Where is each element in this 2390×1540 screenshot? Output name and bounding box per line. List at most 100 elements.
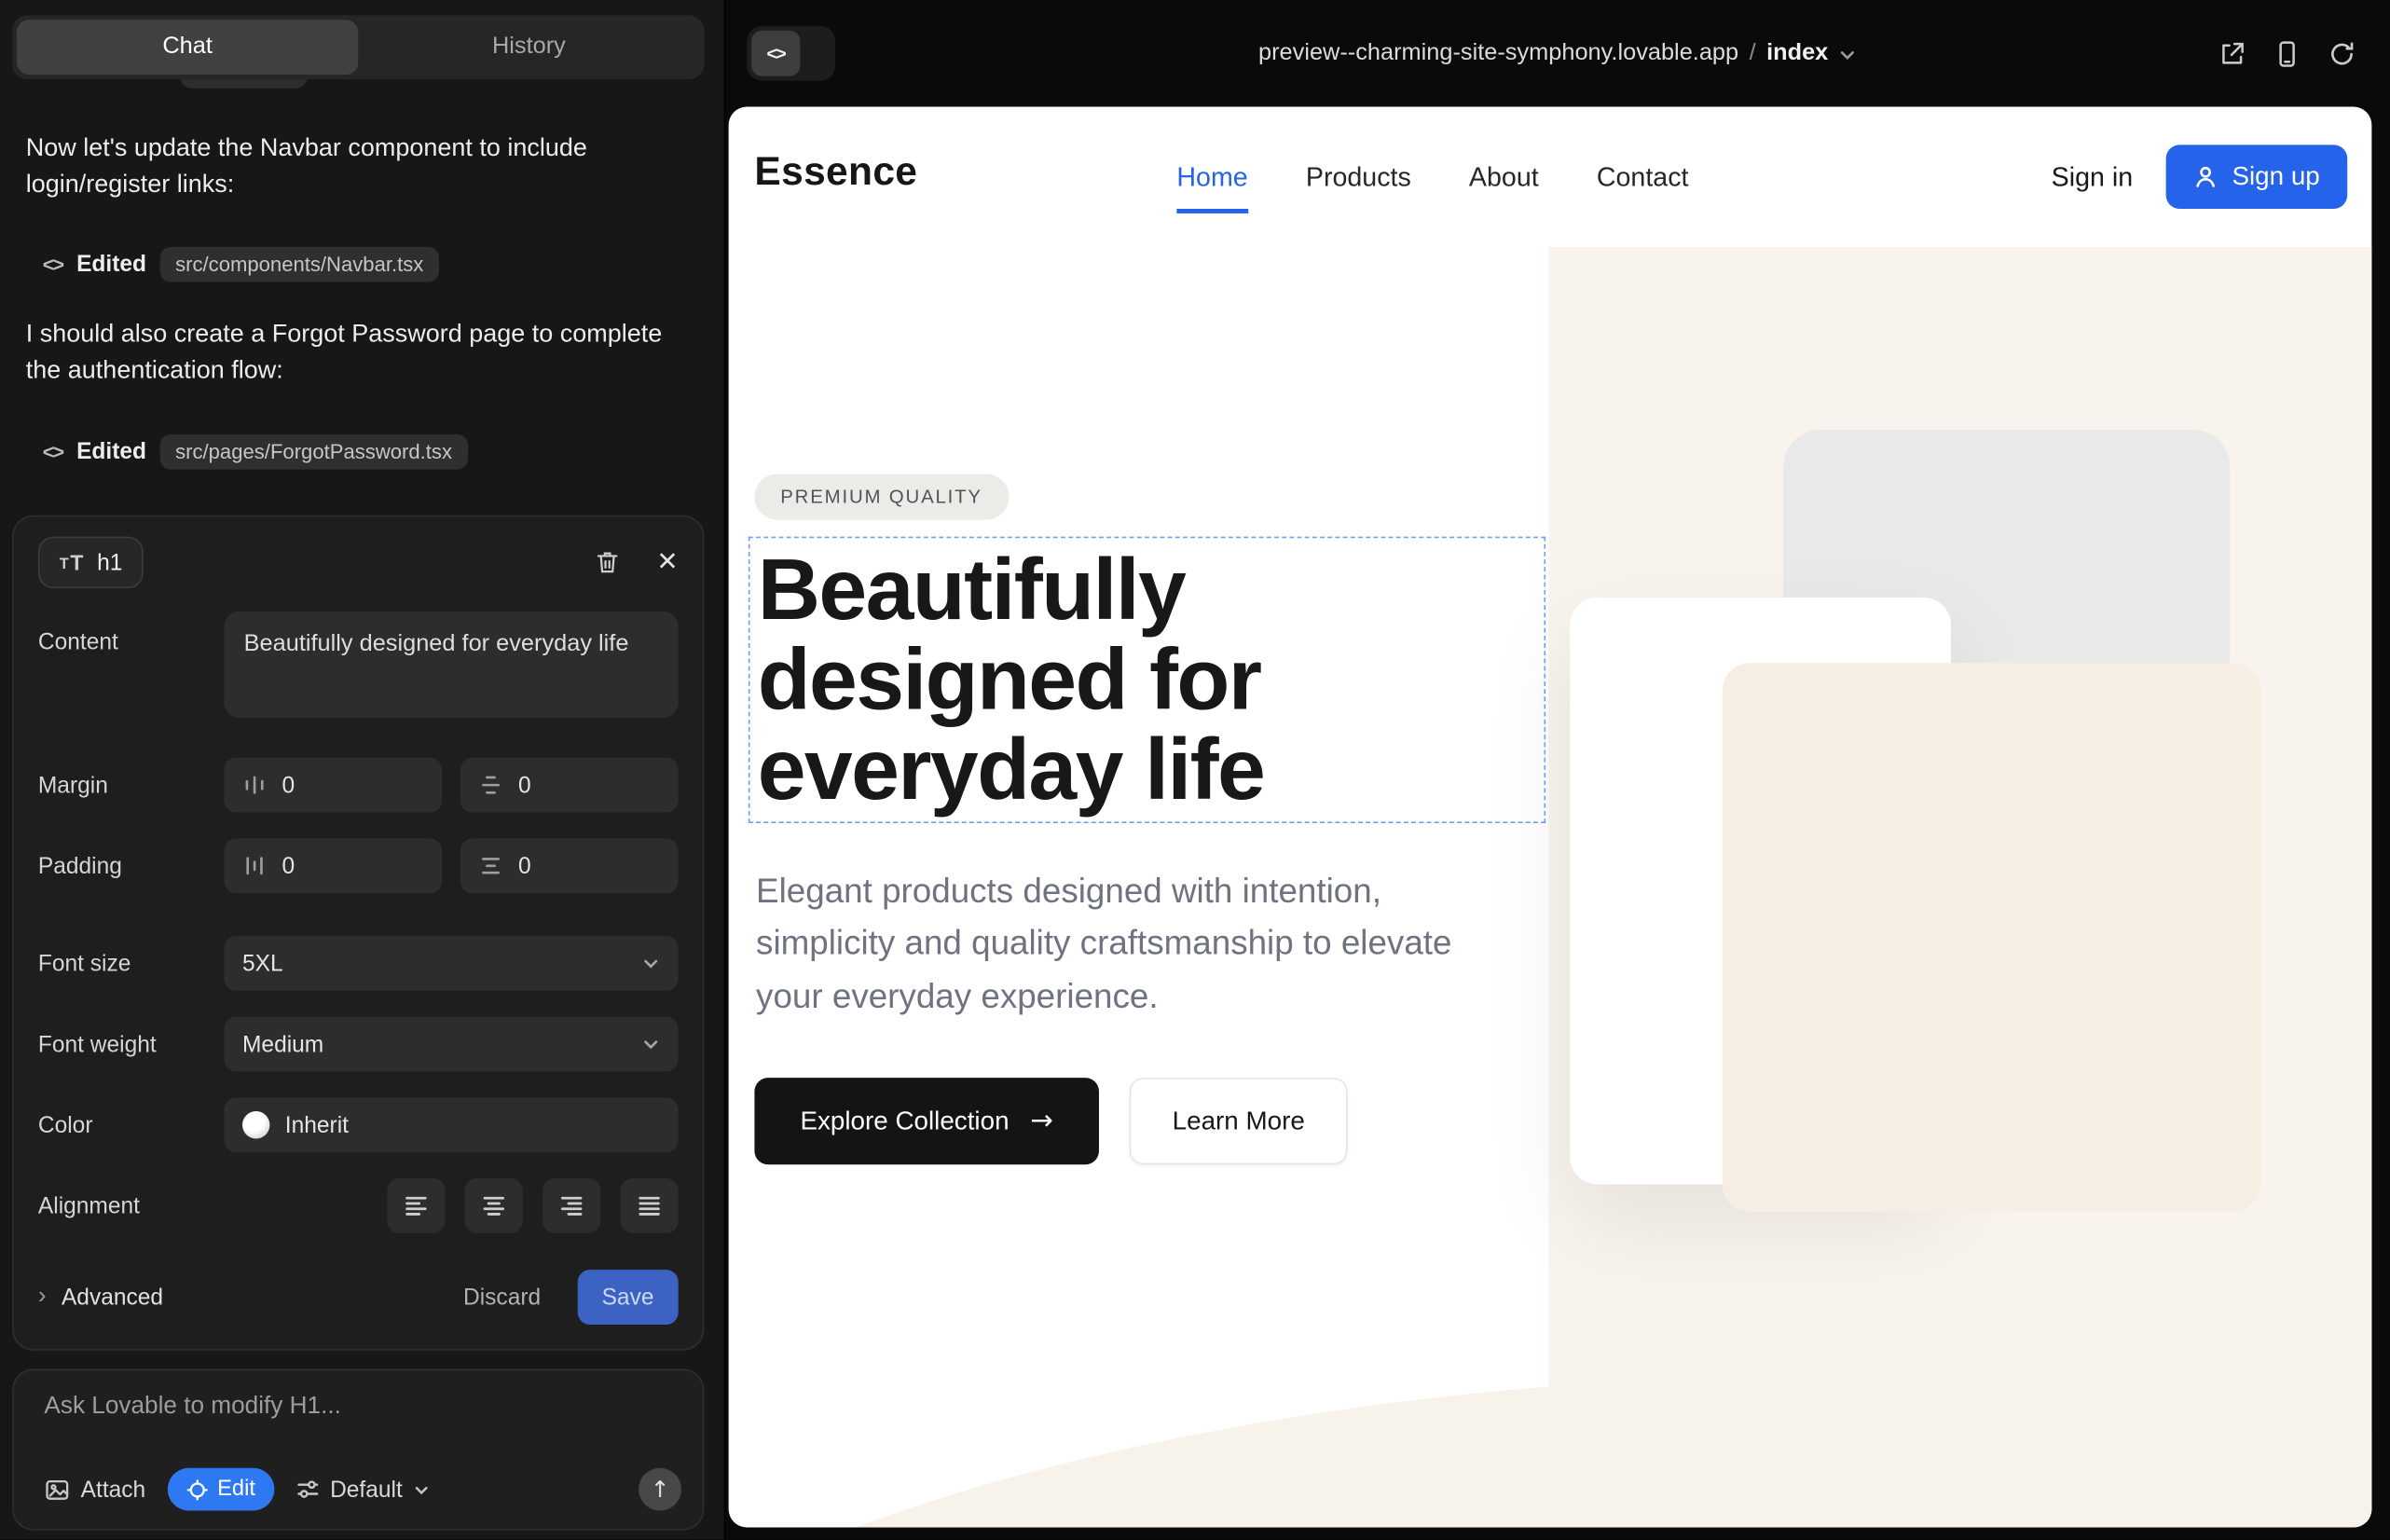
editor-header: TT h1 ✕ bbox=[38, 535, 679, 590]
hero-paragraph: Elegant products designed with intention… bbox=[756, 866, 1473, 1024]
font-size-value: 5XL bbox=[242, 951, 283, 977]
nav-link-about[interactable]: About bbox=[1469, 161, 1539, 193]
decorative-card-cream bbox=[1723, 663, 2260, 1212]
padding-horizontal-field[interactable] bbox=[224, 838, 442, 893]
composer-input[interactable] bbox=[44, 1394, 681, 1442]
chevron-right-icon: › bbox=[38, 1284, 47, 1311]
explore-collection-button[interactable]: Explore Collection → bbox=[754, 1078, 1099, 1164]
margin-vertical-icon bbox=[478, 773, 502, 797]
alignment-label: Alignment bbox=[38, 1193, 224, 1219]
chevron-down-icon bbox=[641, 1035, 660, 1053]
font-size-select[interactable]: 5XL bbox=[224, 936, 678, 991]
delete-element-button[interactable] bbox=[594, 549, 620, 576]
align-justify-button[interactable] bbox=[621, 1178, 679, 1233]
url-host: preview--charming-site-symphony.lovable.… bbox=[1258, 40, 1738, 67]
lovable-chat-panel: Chat History Now let's update the Navbar… bbox=[0, 0, 725, 1540]
close-editor-button[interactable]: ✕ bbox=[656, 547, 678, 578]
preview-topbar: <> preview--charming-site-symphony.lovab… bbox=[725, 0, 2390, 106]
margin-horizontal-icon bbox=[242, 773, 267, 797]
padding-vertical-icon bbox=[478, 854, 502, 878]
margin-vertical-input[interactable] bbox=[518, 772, 660, 798]
tab-history[interactable]: History bbox=[358, 20, 699, 75]
color-select[interactable]: Inherit bbox=[224, 1097, 678, 1152]
color-value: Inherit bbox=[285, 1112, 349, 1138]
code-icon: <> bbox=[43, 253, 63, 276]
attach-button[interactable]: Attach bbox=[44, 1477, 145, 1503]
attach-label: Attach bbox=[81, 1477, 146, 1503]
tab-chat[interactable]: Chat bbox=[17, 20, 358, 75]
file-chip-forgot-password[interactable]: src/pages/ForgotPassword.tsx bbox=[160, 434, 468, 470]
app-window: Chat History Now let's update the Navbar… bbox=[0, 0, 2390, 1540]
align-left-icon bbox=[404, 1193, 428, 1217]
default-label: Default bbox=[330, 1477, 403, 1503]
url-separator: / bbox=[1750, 40, 1756, 67]
chat-history-tabs: Chat History bbox=[12, 15, 704, 79]
margin-vertical-field[interactable] bbox=[460, 758, 679, 813]
font-size-label: Font size bbox=[38, 951, 224, 977]
content-input[interactable]: Beautifully designed for everyday life bbox=[224, 612, 678, 718]
element-editor-panel: TT h1 ✕ Content Beautifully designed for… bbox=[12, 516, 704, 1351]
nav-link-home[interactable]: Home bbox=[1176, 161, 1247, 193]
margin-horizontal-input[interactable] bbox=[282, 772, 424, 798]
advanced-label: Advanced bbox=[62, 1285, 163, 1311]
open-in-new-tab-button[interactable] bbox=[2218, 39, 2246, 68]
refresh-button[interactable] bbox=[2328, 39, 2356, 68]
margin-horizontal-field[interactable] bbox=[224, 758, 442, 813]
padding-horizontal-icon bbox=[242, 854, 267, 878]
trash-icon bbox=[594, 549, 620, 576]
image-attach-icon bbox=[44, 1477, 70, 1503]
align-right-button[interactable] bbox=[543, 1178, 600, 1233]
learn-more-button[interactable]: Learn More bbox=[1130, 1078, 1348, 1164]
selected-element-pill[interactable]: TT h1 bbox=[38, 537, 144, 589]
explore-collection-label: Explore Collection bbox=[800, 1106, 1009, 1136]
external-link-icon bbox=[2218, 39, 2246, 68]
align-center-icon bbox=[482, 1193, 506, 1217]
chevron-down-icon bbox=[1839, 46, 1858, 64]
sign-in-link[interactable]: Sign in bbox=[2052, 161, 2134, 193]
selected-tag: h1 bbox=[97, 549, 122, 575]
user-icon bbox=[2194, 165, 2218, 189]
font-weight-select[interactable]: Medium bbox=[224, 1017, 678, 1072]
chevron-down-icon bbox=[413, 1481, 430, 1498]
send-button[interactable]: ↑ bbox=[639, 1468, 681, 1511]
edit-mode-button[interactable]: Edit bbox=[167, 1468, 273, 1511]
advanced-toggle[interactable]: › Advanced bbox=[38, 1284, 163, 1311]
arrow-right-icon: → bbox=[1030, 1106, 1053, 1137]
model-default-select[interactable]: Default bbox=[295, 1477, 430, 1503]
refresh-icon bbox=[2328, 39, 2356, 68]
site-preview-frame: Essence Home Products About Contact Sign… bbox=[729, 106, 2372, 1527]
mobile-view-button[interactable] bbox=[2273, 39, 2301, 68]
align-center-button[interactable] bbox=[465, 1178, 523, 1233]
save-button[interactable]: Save bbox=[577, 1270, 678, 1325]
content-label: Content bbox=[38, 612, 224, 655]
font-weight-label: Font weight bbox=[38, 1031, 224, 1057]
sign-up-label: Sign up bbox=[2232, 161, 2319, 192]
padding-vertical-input[interactable] bbox=[518, 853, 660, 879]
edited-file-row: <> Edited src/components/Navbar.tsx bbox=[43, 244, 439, 285]
url-bar[interactable]: preview--charming-site-symphony.lovable.… bbox=[725, 0, 2390, 106]
align-right-icon bbox=[559, 1193, 584, 1217]
font-weight-value: Medium bbox=[242, 1031, 323, 1057]
site-logo[interactable]: Essence bbox=[754, 148, 917, 196]
text-size-icon: TT bbox=[60, 552, 84, 573]
discard-button[interactable]: Discard bbox=[463, 1285, 541, 1311]
edited-label: Edited bbox=[76, 252, 146, 278]
file-chip-navbar[interactable]: src/components/Navbar.tsx bbox=[160, 247, 439, 282]
code-icon: <> bbox=[43, 441, 63, 464]
chat-message: Now let's update the Navbar component to… bbox=[26, 131, 676, 204]
padding-horizontal-input[interactable] bbox=[282, 853, 424, 879]
sign-up-button[interactable]: Sign up bbox=[2166, 144, 2347, 209]
margin-label: Margin bbox=[38, 772, 224, 798]
color-swatch-icon bbox=[242, 1111, 269, 1138]
padding-vertical-field[interactable] bbox=[460, 838, 679, 893]
nav-link-contact[interactable]: Contact bbox=[1597, 161, 1689, 193]
chat-composer: Attach Edit Default ↑ bbox=[12, 1368, 704, 1530]
align-justify-icon bbox=[638, 1193, 662, 1217]
edited-file-row: <> Edited src/pages/ForgotPassword.tsx bbox=[43, 432, 468, 473]
hero-cta-group: Explore Collection → Learn More bbox=[754, 1078, 1347, 1164]
align-left-button[interactable] bbox=[387, 1178, 445, 1233]
arrow-up-icon: ↑ bbox=[651, 1476, 670, 1503]
hero-heading[interactable]: Beautifully designed for everyday life bbox=[758, 545, 1367, 815]
nav-link-products[interactable]: Products bbox=[1306, 161, 1411, 193]
site-nav-links: Home Products About Contact bbox=[1176, 106, 1688, 246]
